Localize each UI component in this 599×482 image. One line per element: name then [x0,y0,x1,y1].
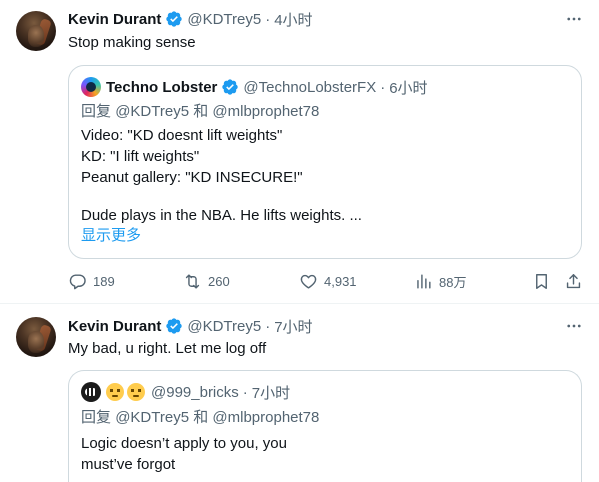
more-icon[interactable] [565,10,583,28]
tweet-header: Kevin Durant @KDTrey5 · 7小时 [68,316,313,336]
tweet[interactable]: Kevin Durant @KDTrey5 · 4小时 Stop making … [0,0,599,304]
separator-dot: · [242,383,248,401]
separator-dot: · [265,317,271,335]
avatar[interactable] [16,11,56,51]
author-name[interactable]: Kevin Durant [68,318,161,335]
views-count: 88万 [439,274,467,290]
author-handle[interactable]: @KDTrey5 [187,11,261,28]
reply-prefix: 回复 [81,103,112,120]
views-icon [417,273,431,289]
separator-dot: · [380,78,386,96]
quote-timestamp: 6小时 [389,79,428,97]
reply-prefix: 回复 [81,409,112,426]
like-icon [300,274,317,289]
quote-header: Techno Lobster @TechnoLobsterFX · 6小时 [81,77,428,97]
views-button[interactable]: 88万 [414,270,466,292]
more-icon[interactable] [565,317,583,335]
retweet-icon [185,273,200,289]
quote-text-line: Logic doesn’t apply to you, you [81,435,287,452]
tweet[interactable]: Kevin Durant @KDTrey5 · 7小时 My bad, u ri… [0,305,599,482]
relieved-face-emoji-icon [127,383,145,401]
avatar[interactable] [16,317,56,357]
tweet-header: Kevin Durant @KDTrey5 · 4小时 [68,9,313,29]
reply-context: 回复 @KDTrey5 和 @mlbprophet78 [81,408,319,428]
quote-text-line: KD: "I lift weights" [81,148,200,165]
timestamp[interactable]: 7小时 [274,316,312,337]
separator-dot: · [265,10,271,28]
timestamp[interactable]: 4小时 [274,9,312,30]
show-more-link[interactable]: 显示更多 [81,226,141,246]
tweet-text: Stop making sense [68,34,196,51]
author-name[interactable]: Kevin Durant [68,11,161,28]
retweet-count: 260 [208,273,230,289]
quote-text-line: Peanut gallery: "KD INSECURE!" [81,169,303,186]
reply-mention[interactable]: @KDTrey5 [115,409,189,426]
action-bar: 189 260 4,931 88万 [68,270,584,292]
bookmark-button[interactable] [532,270,551,292]
tweet-text: My bad, u right. Let me log off [68,340,267,357]
quote-author-name: Techno Lobster [106,78,218,96]
retweet-button[interactable]: 260 [183,270,230,292]
quoted-tweet[interactable]: @999_bricks · 7小时 回复 @KDTrey5 和 @mlbprop… [68,370,582,482]
reply-context: 回复 @KDTrey5 和 @mlbprophet78 [81,102,319,122]
avatar-face [28,331,44,353]
quote-header: @999_bricks · 7小时 [81,382,290,402]
author-handle[interactable]: @KDTrey5 [187,318,261,335]
verified-badge-icon [166,318,183,334]
bookmark-icon [536,273,547,289]
quote-author-handle: @TechnoLobsterFX [243,78,377,96]
quote-text-line: must’ve forgot [81,456,176,473]
quote-text-line: Dude plays in the NBA. He lifts weights.… [81,207,362,224]
quote-timestamp: 7小时 [251,384,291,402]
reply-and: 和 [193,103,209,120]
reply-button[interactable]: 189 [68,270,115,292]
quote-avatar [81,77,101,97]
like-count: 4,931 [324,273,357,289]
like-button[interactable]: 4,931 [299,270,357,292]
reply-mention[interactable]: @KDTrey5 [115,103,189,120]
reply-mention[interactable]: @mlbprophet78 [212,103,319,120]
share-button[interactable] [564,270,583,292]
verified-badge-icon [166,11,183,27]
verified-badge-icon [222,79,239,95]
quoted-tweet[interactable]: Techno Lobster @TechnoLobsterFX · 6小时 回复… [68,65,582,259]
avatar-face [28,25,44,47]
reply-mention[interactable]: @mlbprophet78 [212,409,319,426]
relieved-face-emoji-icon [106,383,124,401]
quote-text-line: Video: "KD doesnt lift weights" [81,127,283,144]
share-icon [566,273,581,288]
quote-avatar [81,382,101,402]
reply-icon [69,273,86,289]
quote-author-handle: @999_bricks [151,383,239,401]
reply-and: 和 [193,409,209,426]
reply-count: 189 [93,273,115,289]
